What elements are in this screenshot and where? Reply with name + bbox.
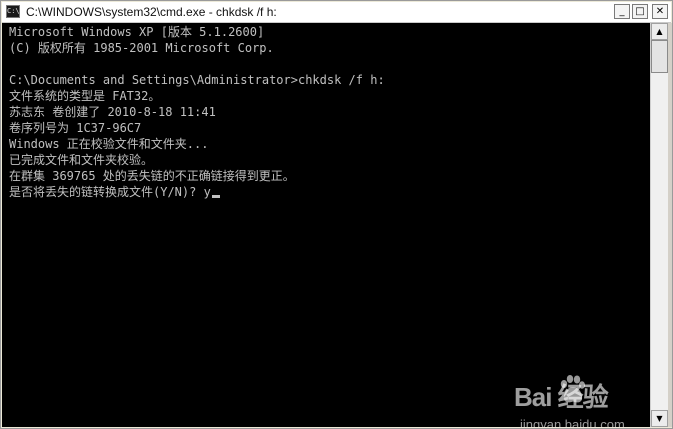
console-line: 已完成文件和文件夹校验。 [9,153,154,167]
console-line: 文件系统的类型是 FAT32。 [9,89,161,103]
console-prompt-text: 是否将丢失的链转换成文件(Y/N)? y [9,185,211,199]
minimize-button[interactable]: _ [614,4,630,19]
console-text: Microsoft Windows XP [版本 5.1.2600] (C) 版权… [2,23,650,200]
baidu-paw-icon [560,375,585,403]
scroll-down-arrow-icon[interactable]: ▼ [651,410,668,427]
vertical-scrollbar[interactable]: ▲ ▼ [650,23,668,427]
maximize-button[interactable]: □ [632,4,648,19]
cmd-window: C:\ C:\WINDOWS\system32\cmd.exe - chkdsk… [0,0,673,429]
window-title: C:\WINDOWS\system32\cmd.exe - chkdsk /f … [26,5,277,19]
close-button[interactable]: ✕ [652,4,668,19]
console-line: 在群集 369765 处的丢失链的不正确链接得到更正。 [9,169,295,183]
console-line: C:\Documents and Settings\Administrator>… [9,73,385,87]
cmd-icon[interactable]: C:\ [6,5,20,18]
scrollbar-thumb[interactable] [651,40,668,73]
window-frame-edge [668,23,672,427]
console-line: 卷序列号为 1C37-96C7 [9,121,142,135]
title-bar[interactable]: C:\ C:\WINDOWS\system32\cmd.exe - chkdsk… [2,2,671,23]
baidu-watermark: Bai 经验 jingyan.baidu.com [514,375,642,427]
console-line: Windows 正在校验文件和文件夹... [9,137,209,151]
console-prompt-line[interactable]: 是否将丢失的链转换成文件(Y/N)? y [9,184,650,200]
console-output[interactable]: Microsoft Windows XP [版本 5.1.2600] (C) 版权… [2,23,650,427]
console-line: (C) 版权所有 1985-2001 Microsoft Corp. [9,41,274,55]
text-cursor [211,195,220,198]
scroll-up-arrow-icon[interactable]: ▲ [651,23,668,40]
watermark-site: jingyan.baidu.com [520,417,625,427]
console-line: 苏志东 卷创建了 2010-8-18 11:41 [9,105,216,119]
console-line: Microsoft Windows XP [版本 5.1.2600] [9,25,265,39]
